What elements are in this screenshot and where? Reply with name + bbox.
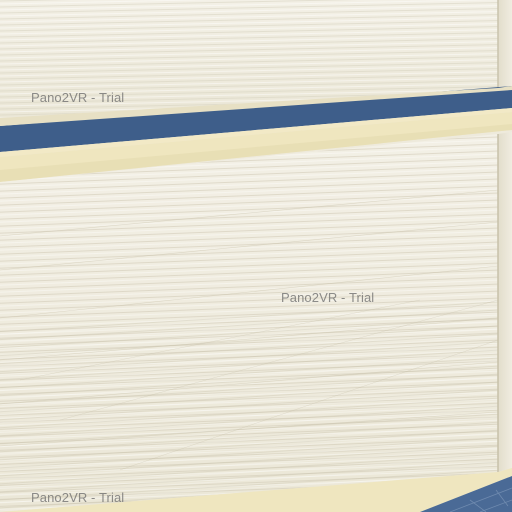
- lower-wall: [0, 132, 512, 512]
- trial-watermark: Pano2VR - Trial: [281, 290, 375, 305]
- panorama-scene: [0, 0, 512, 512]
- panorama-viewport[interactable]: Pano2VR - Trial Pano2VR - Trial Pano2VR …: [0, 0, 512, 512]
- trial-watermark: Pano2VR - Trial: [31, 90, 125, 105]
- trial-watermark: Pano2VR - Trial: [31, 490, 125, 505]
